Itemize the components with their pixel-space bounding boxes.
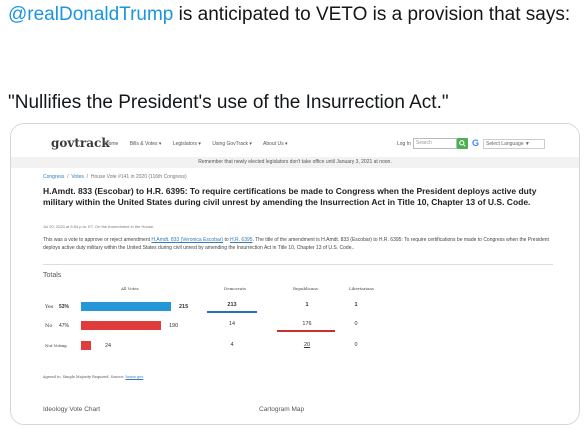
rep-not-voting: 20 [303,342,311,348]
nav-about-us[interactable]: About Us ▾ [263,141,287,147]
search-button[interactable] [457,138,468,149]
govtrack-logo[interactable]: govtrack [51,136,110,150]
col-democrats: Democrats [224,286,246,291]
source-link[interactable]: house.gov [125,375,143,379]
dem-yes: 213 [227,302,237,308]
col-libertarians: Libertarians [349,286,374,291]
nav-legislators[interactable]: Legislators ▾ [173,141,201,147]
lib-no: 0 [354,321,358,327]
nav-bills-votes[interactable]: Bills & Votes ▾ [130,141,162,147]
lib-not-voting: 0 [354,342,358,348]
nav-using-govtrack[interactable]: Using GovTrack ▾ [212,141,252,147]
tweet-text: @realDonaldTrump is anticipated to VETO … [8,0,580,29]
topbar [11,124,579,134]
vote-source: Agreed to. Simple Majority Required. Sou… [43,375,143,379]
col-all-votes: All Votes [121,286,139,291]
mention-link[interactable]: @realDonaldTrump [8,4,173,25]
vote-description: This was a vote to approve or reject ame… [43,237,553,252]
col-republicans: Republicans [293,286,318,291]
screenshot-card[interactable]: govtrack Home Bills & Votes ▾ Legislator… [10,123,580,425]
breadcrumb: Congress / Votes / House Vote #141 in 20… [43,174,187,180]
bill-link[interactable]: H.R. 6395 [230,237,253,243]
total-yes: 215 [179,304,189,310]
rep-underline [277,330,335,332]
nav-home[interactable]: Home [105,141,118,147]
tweet-body: is anticipated to VETO is a provision th… [173,4,571,25]
vote-date: Jul 20, 2020 at 5:54 p.m. ET. On the Ame… [43,224,155,229]
crumb-congress[interactable]: Congress [43,174,64,180]
pct-yes: 53% [59,304,70,310]
dem-not-voting: 4 [230,342,234,348]
bar-yes [81,302,172,311]
nav-links: Home Bills & Votes ▾ Legislators ▾ Using… [105,141,297,147]
divider [43,264,553,265]
page-title: H.Amdt. 833 (Escobar) to H.R. 6395: To r… [43,186,537,207]
crumb-votes[interactable]: Votes [71,174,84,180]
ideology-chart-heading: Ideology Vote Chart [43,406,101,413]
tweet-quote: "Nullifies the President's use of the In… [8,92,449,113]
bar-no [81,321,161,330]
totals-heading: Totals [43,272,62,279]
row-label-not-voting: Not Voting [45,343,67,348]
row-label-yes: Yes [45,304,54,310]
search-input[interactable]: Search [413,138,457,149]
dem-underline [207,311,257,313]
search-icon [459,140,466,147]
amendment-link[interactable]: H.Amdt. 833 (Veronica Escobar) [151,237,223,243]
login-link[interactable]: Log In [397,141,411,147]
google-translate-icon: G [472,138,480,148]
total-no: 190 [169,323,179,329]
notice-banner: Remember that newly elected legislators … [11,157,579,168]
language-select[interactable]: Select Language ▼ [483,139,545,149]
desc-text: to [223,237,231,243]
crumb-vote: House Vote #141 in 2020 (116th Congress) [90,174,187,180]
total-not-voting: 24 [105,343,112,349]
cartogram-heading: Cartogram Map [259,406,305,413]
logo-text: govtrack [51,136,110,150]
agreed-text: Agreed to. Simple Majority Required. Sou… [43,375,126,379]
rep-yes: 1 [305,302,309,308]
lib-yes: 1 [354,302,358,308]
row-label-no: No [45,323,53,329]
desc-text: This was a vote to approve or reject ame… [43,237,152,243]
site-navbar: govtrack Home Bills & Votes ▾ Legislator… [11,134,579,156]
dem-no: 14 [228,321,236,327]
rep-no: 176 [302,321,312,327]
pct-no: 47% [59,323,70,329]
bar-not-voting [81,341,92,350]
